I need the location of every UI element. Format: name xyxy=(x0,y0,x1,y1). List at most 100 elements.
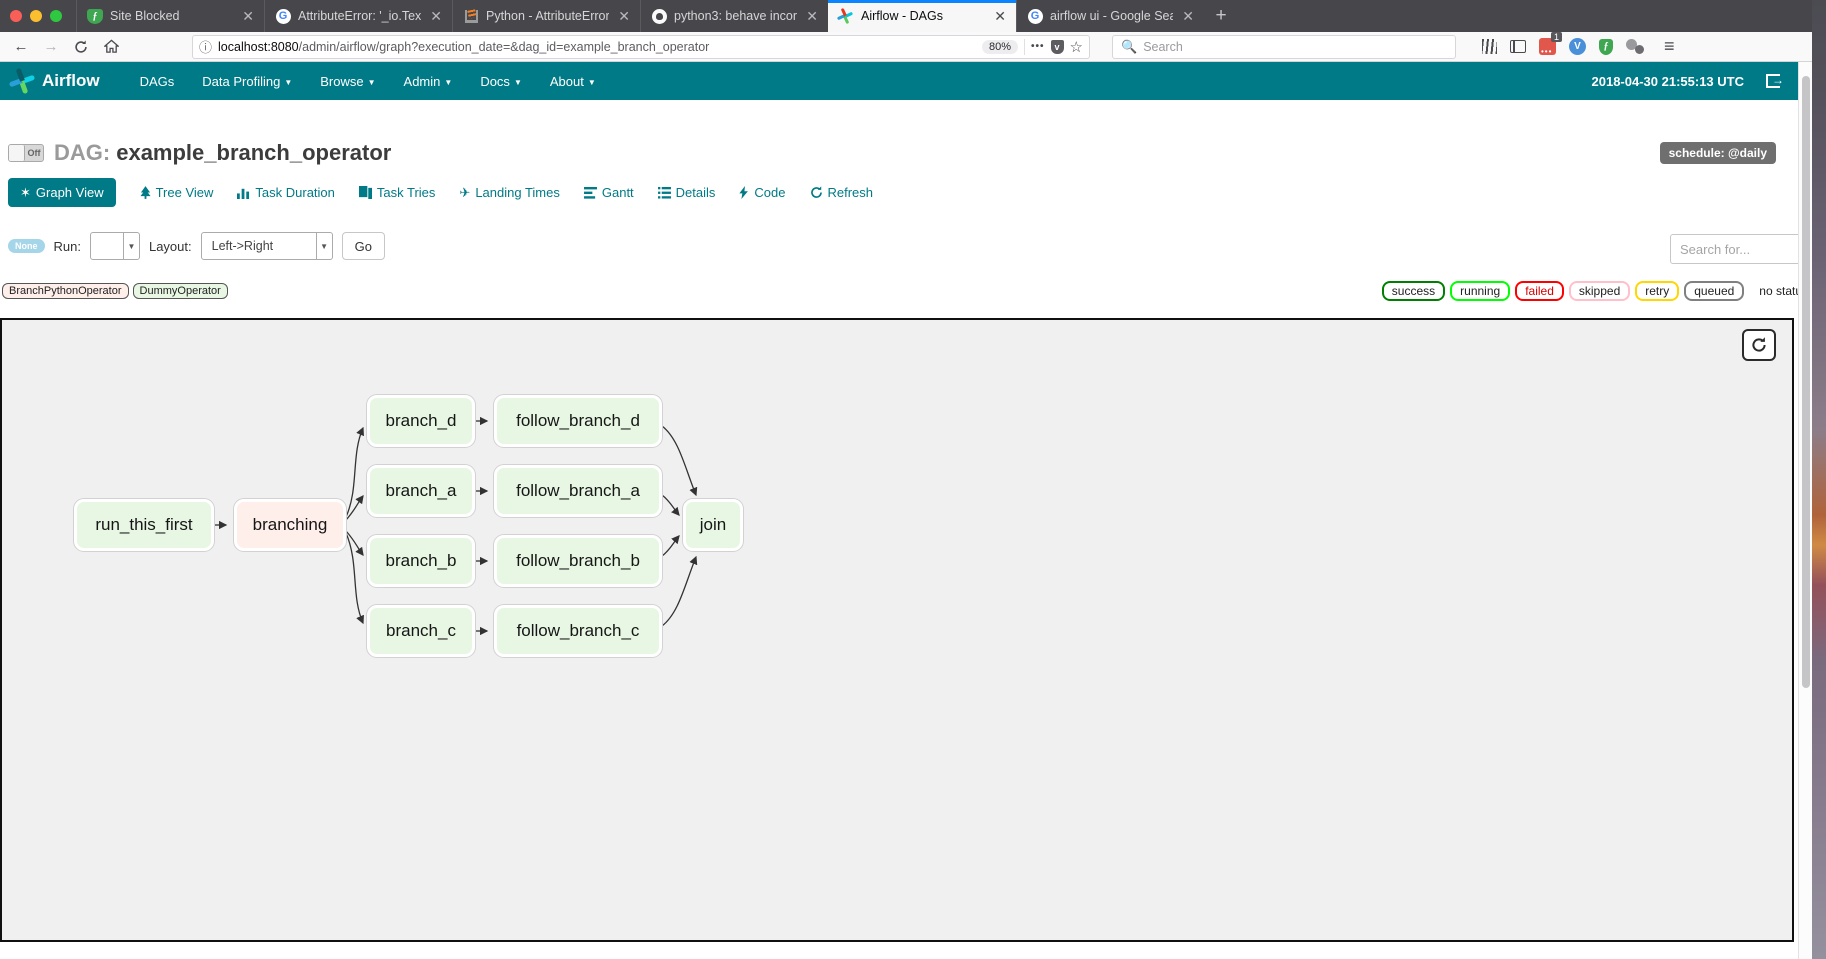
airflow-brand[interactable]: Airflow xyxy=(10,68,100,94)
legend-state-failed: failed xyxy=(1515,281,1564,301)
zoom-window-button[interactable] xyxy=(50,10,62,22)
bookmark-star-icon[interactable]: ☆ xyxy=(1070,38,1083,56)
home-icon[interactable] xyxy=(98,35,124,59)
browser-tab-active[interactable]: Airflow - DAGs ✕ xyxy=(828,0,1016,32)
page-scrollbar[interactable] xyxy=(1798,62,1812,959)
page-actions-icon[interactable]: ••• xyxy=(1031,41,1045,52)
tab-title: Site Blocked xyxy=(110,9,233,23)
gantt-icon xyxy=(584,187,597,199)
pocket-icon[interactable]: v xyxy=(1051,40,1064,54)
tab-task-tries[interactable]: Task Tries xyxy=(359,185,436,200)
page-zoom-indicator[interactable]: 80% xyxy=(982,40,1018,54)
browser-search-input[interactable] xyxy=(1143,40,1447,54)
dag-node-branch_a[interactable]: branch_a xyxy=(367,465,475,517)
sidebar-toggle-icon[interactable] xyxy=(1510,40,1526,53)
airflow-logo-icon xyxy=(10,68,36,94)
browser-tab[interactable]: python3: behave incorrectly mo ✕ xyxy=(640,0,828,32)
legend-state-success: success xyxy=(1382,281,1445,301)
legend-state-queued: queued xyxy=(1684,281,1744,301)
extension-shield-icon[interactable]: ƒ xyxy=(1599,39,1613,55)
operator-legend: BranchPythonOperator DummyOperator xyxy=(2,283,228,299)
schedule-badge: schedule: @daily xyxy=(1660,142,1776,164)
site-info-icon[interactable]: ⓘ xyxy=(199,37,212,56)
close-tab-icon[interactable]: ✕ xyxy=(240,8,256,25)
nav-item-admin[interactable]: Admin▼ xyxy=(390,62,467,100)
tab-task-duration[interactable]: Task Duration xyxy=(237,185,334,200)
nav-item-about[interactable]: About▼ xyxy=(536,62,610,100)
reload-icon[interactable] xyxy=(68,35,94,59)
refresh-icon xyxy=(810,186,823,199)
nav-item-docs[interactable]: Docs▼ xyxy=(466,62,536,100)
shield-icon: ƒ xyxy=(87,9,103,24)
close-tab-icon[interactable]: ✕ xyxy=(992,8,1008,25)
run-select[interactable]: ▼ xyxy=(90,232,140,260)
menu-hamburger-icon[interactable]: ≡ xyxy=(1664,36,1675,57)
github-icon xyxy=(652,9,667,24)
toggle-state-label: Off xyxy=(25,145,43,161)
tab-code[interactable]: Code xyxy=(739,185,785,200)
browser-tab[interactable]: Python - AttributeError: '_io.Te ✕ xyxy=(452,0,640,32)
tab-landing-times[interactable]: ✈ Landing Times xyxy=(459,185,559,200)
browser-tab[interactable]: ƒ Site Blocked ✕ xyxy=(76,0,264,32)
dag-node-branch_d[interactable]: branch_d xyxy=(367,395,475,447)
dag-edge xyxy=(662,536,679,556)
nav-item-dags[interactable]: DAGs xyxy=(126,62,189,100)
nav-item-browse[interactable]: Browse▼ xyxy=(306,62,389,100)
dag-header: Off DAG:example_branch_operator schedule… xyxy=(0,136,1798,170)
back-button[interactable]: ← xyxy=(8,35,34,59)
dag-node-follow_branch_a[interactable]: follow_branch_a xyxy=(494,465,662,517)
task-tries-icon xyxy=(359,186,372,199)
dag-node-branching[interactable]: branching xyxy=(234,499,346,551)
dag-node-branch_b[interactable]: branch_b xyxy=(367,535,475,587)
minimize-window-button[interactable] xyxy=(30,10,42,22)
extension-vimium-icon[interactable]: V xyxy=(1569,38,1586,55)
desktop-wallpaper xyxy=(1812,0,1826,959)
tab-tree-view[interactable]: Tree View xyxy=(140,185,214,200)
airflow-navbar: Airflow DAGs Data Profiling▼ Browse▼ Adm… xyxy=(0,62,1798,100)
library-icon[interactable] xyxy=(1482,39,1497,54)
legend-state-skipped: skipped xyxy=(1569,281,1630,301)
dag-node-run_this_first[interactable]: run_this_first xyxy=(74,499,214,551)
browser-tab[interactable]: G AttributeError: '_io.TextIOWrapp ✕ xyxy=(264,0,452,32)
logout-icon[interactable] xyxy=(1766,74,1780,88)
chevron-down-icon: ▼ xyxy=(588,78,596,87)
legend-operator: BranchPythonOperator xyxy=(2,283,129,299)
close-tab-icon[interactable]: ✕ xyxy=(616,8,632,25)
browser-search-bar[interactable]: 🔍 xyxy=(1112,35,1456,59)
chevron-down-icon: ▼ xyxy=(444,78,452,87)
tab-details[interactable]: Details xyxy=(658,185,716,200)
dag-edge xyxy=(662,426,696,495)
layout-select[interactable]: Left->Right ▼ xyxy=(201,232,333,260)
dag-edge xyxy=(346,428,363,517)
dag-node-follow_branch_b[interactable]: follow_branch_b xyxy=(494,535,662,587)
close-tab-icon[interactable]: ✕ xyxy=(804,8,820,25)
extension-orbs-icon[interactable] xyxy=(1626,39,1644,54)
dag-node-follow_branch_c[interactable]: follow_branch_c xyxy=(494,605,662,657)
tab-graph-view[interactable]: ✶ Graph View xyxy=(8,178,116,207)
close-tab-icon[interactable]: ✕ xyxy=(428,8,444,25)
close-tab-icon[interactable]: ✕ xyxy=(1180,8,1196,25)
url-bar[interactable]: ⓘ localhost:8080/admin/airflow/graph?exe… xyxy=(192,35,1090,59)
status-chip: None xyxy=(8,239,45,253)
browser-tab[interactable]: G airflow ui - Google Search ✕ xyxy=(1016,0,1204,32)
go-button[interactable]: Go xyxy=(342,232,385,260)
graph-refresh-button[interactable] xyxy=(1742,329,1776,361)
forward-button[interactable]: → xyxy=(38,35,64,59)
dag-edge xyxy=(346,496,363,520)
tab-title: Python - AttributeError: '_io.Te xyxy=(486,9,609,23)
tab-refresh[interactable]: Refresh xyxy=(810,185,874,200)
dag-graph-canvas[interactable]: run_this_first branching branch_d follow… xyxy=(0,318,1794,942)
task-search-input[interactable] xyxy=(1670,234,1816,264)
dag-node-follow_branch_d[interactable]: follow_branch_d xyxy=(494,395,662,447)
extension-adblock-icon[interactable]: 1 xyxy=(1539,38,1556,55)
dag-pause-toggle[interactable]: Off xyxy=(8,144,44,162)
dag-node-branch_c[interactable]: branch_c xyxy=(367,605,475,657)
scrollbar-thumb[interactable] xyxy=(1802,76,1810,688)
dag-name: example_branch_operator xyxy=(116,140,391,165)
dag-node-join[interactable]: join xyxy=(683,499,743,551)
state-legend: success running failed skipped retry que… xyxy=(1382,281,1818,301)
new-tab-button[interactable]: + xyxy=(1204,0,1238,32)
nav-item-data-profiling[interactable]: Data Profiling▼ xyxy=(188,62,306,100)
tab-gantt[interactable]: Gantt xyxy=(584,185,634,200)
close-window-button[interactable] xyxy=(10,10,22,22)
